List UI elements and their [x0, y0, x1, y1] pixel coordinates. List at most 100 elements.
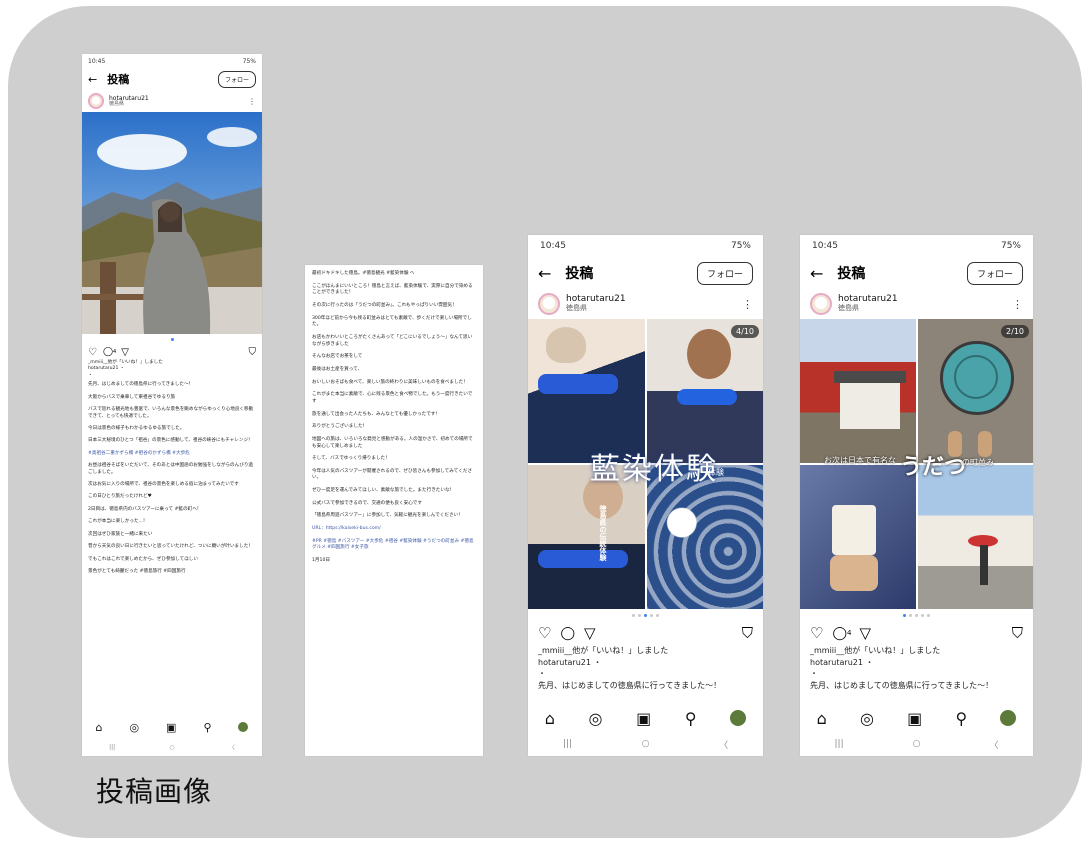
location[interactable]: 徳島県 [109, 101, 149, 107]
back-key-icon[interactable]: 〈 [229, 743, 235, 752]
avatar[interactable] [88, 93, 104, 109]
back-key-icon[interactable]: 〈 [989, 738, 998, 751]
phone-screenshot-3: 10:45 75% ← 投稿 フォロー hotarutaru21 徳島県 ⋮ 4… [528, 235, 763, 756]
status-time: 10:45 [88, 57, 106, 65]
caption-line: 2日目は、徳島県内のバスツアーに乗って #藍の町へ！ [88, 506, 202, 512]
overlay-title: 藍染体験 [590, 452, 718, 487]
more-options-icon[interactable]: ⋮ [248, 97, 256, 106]
home-key-icon[interactable]: ○ [169, 744, 174, 751]
back-arrow-icon[interactable]: ← [538, 264, 551, 283]
reels-icon[interactable]: ▣ [166, 721, 176, 734]
comment-count: 4 [847, 629, 852, 637]
recent-apps-icon[interactable]: ||| [835, 739, 844, 749]
caption-line: 次回はぜひ家族と一緒に来たい [88, 531, 153, 537]
home-icon[interactable]: ⌂ [95, 721, 102, 734]
follow-button[interactable]: フォロー [696, 261, 753, 285]
caption-line: お昼は祖谷そばをいただいて、そのあとは中国語のお勉強をしながらのんびり過ごしまし… [88, 463, 254, 475]
profile-avatar-icon[interactable] [1000, 710, 1017, 726]
profile-avatar-icon[interactable] [730, 710, 747, 726]
caption-line: 最初ドキドキした徳島。#徳島観光 #藍染体験 へ [312, 271, 415, 276]
home-icon[interactable]: ⌂ [545, 709, 555, 728]
caption-author[interactable]: hotarutaru21 ・ [810, 657, 1023, 669]
photo-dyeing-hands: 4/10 [646, 319, 763, 463]
recent-apps-icon[interactable]: ||| [109, 744, 115, 751]
send-icon[interactable]: ▽ [859, 624, 871, 642]
avatar[interactable] [538, 293, 560, 315]
back-arrow-icon[interactable]: ← [810, 264, 823, 283]
status-battery: 75% [730, 241, 751, 251]
status-bar: 10:45 75% [800, 235, 1033, 257]
action-bar: ♡ ◯ 4 ▽ ⛉ [800, 621, 1033, 645]
more-options-icon[interactable]: ⋮ [1012, 298, 1023, 311]
overlay-side-label: 体験 [708, 468, 724, 477]
caption-line: 最後はお土産を買って、 [312, 366, 363, 372]
status-bar: 10:45 75% [82, 54, 262, 68]
search-icon[interactable]: ⚲ [955, 709, 967, 728]
caption-continued: 最初ドキドキした徳島。#徳島観光 #藍染体験 へここがほんまにいいところ！徳島と… [305, 265, 483, 577]
reels-icon[interactable]: ▣ [636, 709, 651, 728]
caption-line: URL：https://kaiseki-bus.com/ [312, 526, 381, 532]
location[interactable]: 徳島県 [566, 304, 626, 313]
messenger-icon[interactable]: ◎ [129, 721, 139, 734]
system-nav: ||| ○ 〈 [800, 735, 1033, 753]
avatar[interactable] [810, 293, 832, 315]
profile-row: hotarutaru21 徳島県 ⋮ [800, 289, 1033, 319]
bookmark-icon[interactable]: ⛉ [1012, 624, 1023, 642]
back-key-icon[interactable]: 〈 [719, 738, 728, 751]
caption-line: これがまた本当に素敵で、心に残る景色と食べ物でした。もう一度行きたいです [312, 392, 473, 404]
caption-line: 先月、はじめましての徳島県に行ってきました～！ [88, 382, 194, 388]
caption-line: 日本三大秘境のひとつ「祖谷」の景色に感動して、祖谷の峡谷にもチャレンジ！ [88, 438, 253, 444]
caption-line: 旅を通して出会った人たちも、みんなとても優しかったです！ [312, 411, 440, 417]
overlay-subtitle: お次は日本で有名な [824, 456, 896, 465]
caption-line: この日ひとり旅だったけれど♥ [88, 494, 152, 500]
more-options-icon[interactable]: ⋮ [742, 298, 753, 311]
caption-author[interactable]: hotarutaru21 ・ [538, 657, 753, 669]
liked-by[interactable]: _mmiii__他が「いいね！」しました [810, 645, 1023, 657]
system-nav: ||| ○ 〈 [528, 735, 763, 753]
messenger-icon[interactable]: ◎ [589, 709, 603, 728]
caption-line: でもこれはこれで楽しめたから、ぜひ参加してほしい [88, 556, 198, 562]
heart-icon[interactable]: ♡ [810, 624, 823, 642]
home-key-icon[interactable]: ○ [642, 739, 650, 749]
heart-icon[interactable]: ♡ [88, 347, 97, 358]
comment-icon[interactable]: ◯ [832, 626, 847, 641]
comment-icon[interactable]: ◯ [560, 626, 575, 641]
post-photo-collage[interactable]: 4/10 徳島県の伝統体験 藍染体験 体験 [528, 319, 763, 609]
search-icon[interactable]: ⚲ [203, 721, 211, 734]
phone-screenshot-4: 10:45 75% ← 投稿 フォロー hotarutaru21 徳島県 ⋮ 2… [800, 235, 1033, 756]
caption-line: 地図への旅は、いろいろな発見と感動がある。人の温かさで、初めての場所でも安心して… [312, 436, 473, 449]
follow-button[interactable]: フォロー [966, 261, 1023, 285]
caption-line: 今年は人気のバスツアーが開催されるので、ぜひ皆さんも参加してみてください。 [312, 468, 473, 481]
search-icon[interactable]: ⚲ [685, 709, 697, 728]
page-title: 投稿 [565, 266, 594, 282]
profile-row: hotarutaru21 徳島県 ⋮ [82, 90, 262, 112]
back-arrow-icon[interactable]: ← [88, 73, 97, 86]
home-icon[interactable]: ⌂ [817, 709, 827, 728]
caption-line: 大阪からバスで乗車して東祖谷でゆるり旅 [88, 394, 176, 400]
follow-button[interactable]: フォロー [217, 70, 256, 88]
photo-dyeing-vat [528, 319, 645, 463]
status-time: 10:45 [540, 241, 566, 251]
liked-by[interactable]: _mmiii__他が「いいね！」しました [538, 645, 753, 657]
caption-line: 公式バスで参加できるので、交通の便も良く安心です [312, 500, 422, 506]
send-icon[interactable]: ▽ [584, 624, 596, 642]
caption-line: そんなお店でお茶をして [312, 354, 363, 360]
caption-line: 昔から天気の良い日に行きたいと思っていたけれど、ついに願いが叶いました！ [88, 544, 253, 550]
send-icon[interactable]: ▽ [121, 347, 129, 358]
post-photo-collage[interactable]: 2/10 お次は日本で有名な うだつ の町並み [800, 319, 1033, 609]
phone-screenshot-1: 10:45 75% ← 投稿 フォロー hotarutaru21 徳島県 ⋮ ♡… [82, 54, 262, 756]
bookmark-icon[interactable]: ⛉ [249, 347, 257, 358]
heart-icon[interactable]: ♡ [538, 624, 551, 642]
reels-icon[interactable]: ▣ [907, 709, 922, 728]
recent-apps-icon[interactable]: ||| [563, 739, 572, 749]
comment-icon[interactable]: ◯ [103, 347, 113, 357]
caption-line: #PR #徳島 #バスツアー #大歩危 #祖谷 #藍染体験 #うだつの町並み #… [312, 538, 474, 551]
caption-line: 1月10日 [312, 558, 330, 564]
profile-avatar-icon[interactable] [238, 722, 249, 732]
messenger-icon[interactable]: ◎ [860, 709, 874, 728]
overlay-subtitle: 徳島県の伝統体験 [599, 505, 607, 561]
bookmark-icon[interactable]: ⛉ [742, 624, 753, 642]
location[interactable]: 徳島県 [838, 304, 898, 313]
caption-line: おいしいおそばも食べて、楽しい旅の終わりに美味しいものを食べました！ [312, 379, 468, 385]
home-key-icon[interactable]: ○ [913, 739, 921, 749]
